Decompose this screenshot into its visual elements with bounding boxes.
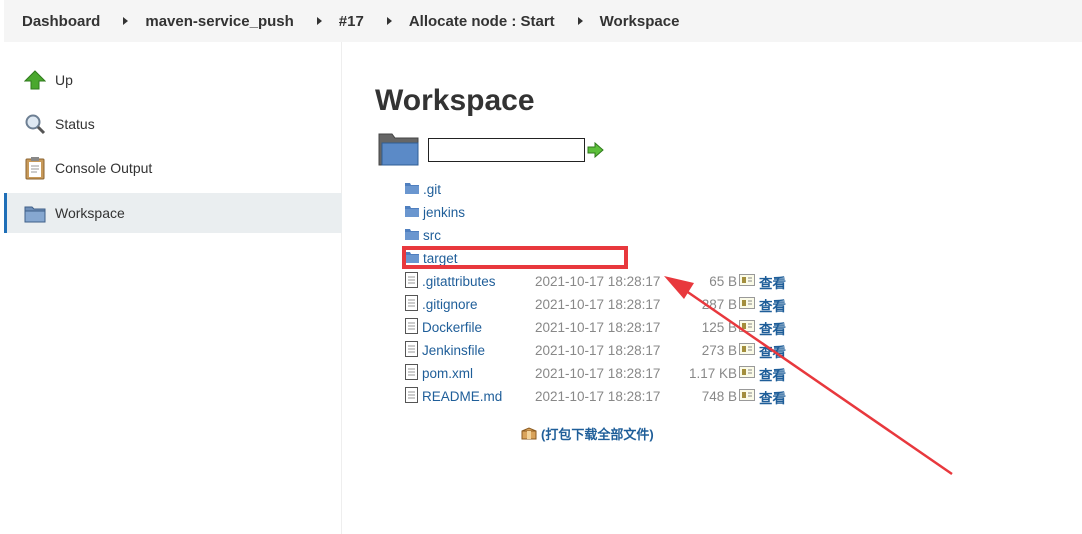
file-date: 2021-10-17 18:28:17 xyxy=(535,274,661,289)
view-label[interactable]: 查看 xyxy=(759,272,786,292)
view-fingerprint-icon xyxy=(739,343,755,358)
file-row[interactable]: .gitattributes 2021-10-17 18:28:17 65 B … xyxy=(405,270,786,293)
file-size: 273 B xyxy=(701,343,737,358)
view-link[interactable]: 查看 xyxy=(739,295,786,315)
folder-icon xyxy=(23,201,47,225)
path-row xyxy=(378,131,604,172)
file-icon xyxy=(405,341,418,360)
breadcrumb-workspace[interactable]: Workspace xyxy=(600,13,680,30)
file-link[interactable]: Jenkinsfile xyxy=(422,343,485,358)
sidebar-item-status[interactable]: Status xyxy=(4,104,342,144)
file-icon xyxy=(405,295,418,314)
file-size: 125 B xyxy=(701,320,737,335)
package-icon xyxy=(521,427,537,440)
view-label[interactable]: 查看 xyxy=(759,364,786,384)
breadcrumb-separator-icon[interactable] xyxy=(577,17,583,25)
clipboard-icon xyxy=(23,156,47,180)
view-label[interactable]: 查看 xyxy=(759,295,786,315)
download-all-label[interactable]: (打包下载全部文件) xyxy=(541,424,654,443)
view-fingerprint-icon xyxy=(739,297,755,312)
file-icon xyxy=(405,387,418,406)
view-link[interactable]: 查看 xyxy=(739,318,786,338)
view-label[interactable]: 查看 xyxy=(759,318,786,338)
folder-icon xyxy=(405,205,419,220)
view-link[interactable]: 查看 xyxy=(739,272,786,292)
sidebar-item-up[interactable]: Up xyxy=(4,60,342,100)
large-folder-icon xyxy=(378,131,420,172)
file-icon xyxy=(405,272,418,291)
file-date: 2021-10-17 18:28:17 xyxy=(535,297,661,312)
file-row[interactable]: Jenkinsfile 2021-10-17 18:28:17 273 B 查看 xyxy=(405,339,786,362)
download-all-link[interactable]: (打包下载全部文件) xyxy=(521,424,654,443)
breadcrumb-separator-icon[interactable] xyxy=(123,17,129,25)
file-icon xyxy=(405,318,418,337)
file-size: 748 B xyxy=(701,389,737,404)
folder-link[interactable]: src xyxy=(423,228,441,243)
go-arrow-icon[interactable] xyxy=(587,141,604,163)
sidebar-item-label: Up xyxy=(55,72,73,88)
breadcrumb-separator-icon[interactable] xyxy=(316,17,322,25)
view-label[interactable]: 查看 xyxy=(759,341,786,361)
folder-link[interactable]: .git xyxy=(423,182,441,197)
breadcrumb-separator-icon[interactable] xyxy=(386,17,392,25)
file-date: 2021-10-17 18:28:17 xyxy=(535,343,661,358)
file-date: 2021-10-17 18:28:17 xyxy=(535,320,661,335)
breadcrumb-job[interactable]: maven-service_push xyxy=(145,13,293,30)
folder-row[interactable]: .git xyxy=(405,178,441,201)
view-link[interactable]: 查看 xyxy=(739,387,786,407)
file-icon xyxy=(405,364,418,383)
folder-link[interactable]: jenkins xyxy=(423,205,465,220)
view-fingerprint-icon xyxy=(739,320,755,335)
view-fingerprint-icon xyxy=(739,389,755,404)
folder-row[interactable]: src xyxy=(405,224,441,247)
folder-icon xyxy=(405,228,419,243)
file-row[interactable]: README.md 2021-10-17 18:28:17 748 B 查看 xyxy=(405,385,786,408)
view-fingerprint-icon xyxy=(739,366,755,381)
file-link[interactable]: pom.xml xyxy=(422,366,473,381)
breadcrumb-dashboard[interactable]: Dashboard xyxy=(22,13,100,30)
file-row[interactable]: Dockerfile 2021-10-17 18:28:17 125 B 查看 xyxy=(405,316,786,339)
annotation-highlight-box xyxy=(402,246,628,269)
view-link[interactable]: 查看 xyxy=(739,364,786,384)
file-size: 287 B xyxy=(701,297,737,312)
sidebar-item-label: Console Output xyxy=(55,160,153,176)
file-date: 2021-10-17 18:28:17 xyxy=(535,389,661,404)
up-arrow-icon xyxy=(23,68,47,92)
path-input[interactable] xyxy=(428,137,585,162)
sidebar-item-label: Status xyxy=(55,116,95,132)
folder-icon xyxy=(405,182,419,197)
file-size: 65 B xyxy=(709,274,737,289)
magnifier-icon xyxy=(23,112,47,136)
sidebar-item-console-output[interactable]: Console Output xyxy=(4,148,342,188)
breadcrumb-node[interactable]: Allocate node : Start xyxy=(409,13,555,30)
file-link[interactable]: .gitignore xyxy=(422,297,478,312)
view-fingerprint-icon xyxy=(739,274,755,289)
page-title: Workspace xyxy=(375,84,535,117)
breadcrumb-build[interactable]: #17 xyxy=(339,13,364,30)
sidebar-item-workspace[interactable]: Workspace xyxy=(4,193,342,233)
sidebar: Up Status Console Output Workspace xyxy=(4,42,342,534)
file-row[interactable]: .gitignore 2021-10-17 18:28:17 287 B 查看 xyxy=(405,293,786,316)
file-link[interactable]: Dockerfile xyxy=(422,320,482,335)
breadcrumb: Dashboard maven-service_push #17 Allocat… xyxy=(4,0,1082,42)
sidebar-item-label: Workspace xyxy=(55,205,125,221)
file-row[interactable]: pom.xml 2021-10-17 18:28:17 1.17 KB 查看 xyxy=(405,362,786,385)
view-link[interactable]: 查看 xyxy=(739,341,786,361)
file-link[interactable]: README.md xyxy=(422,389,502,404)
file-size: 1.17 KB xyxy=(688,366,737,381)
folder-row[interactable]: jenkins xyxy=(405,201,465,224)
view-label[interactable]: 查看 xyxy=(759,387,786,407)
file-link[interactable]: .gitattributes xyxy=(422,274,496,289)
file-date: 2021-10-17 18:28:17 xyxy=(535,366,661,381)
